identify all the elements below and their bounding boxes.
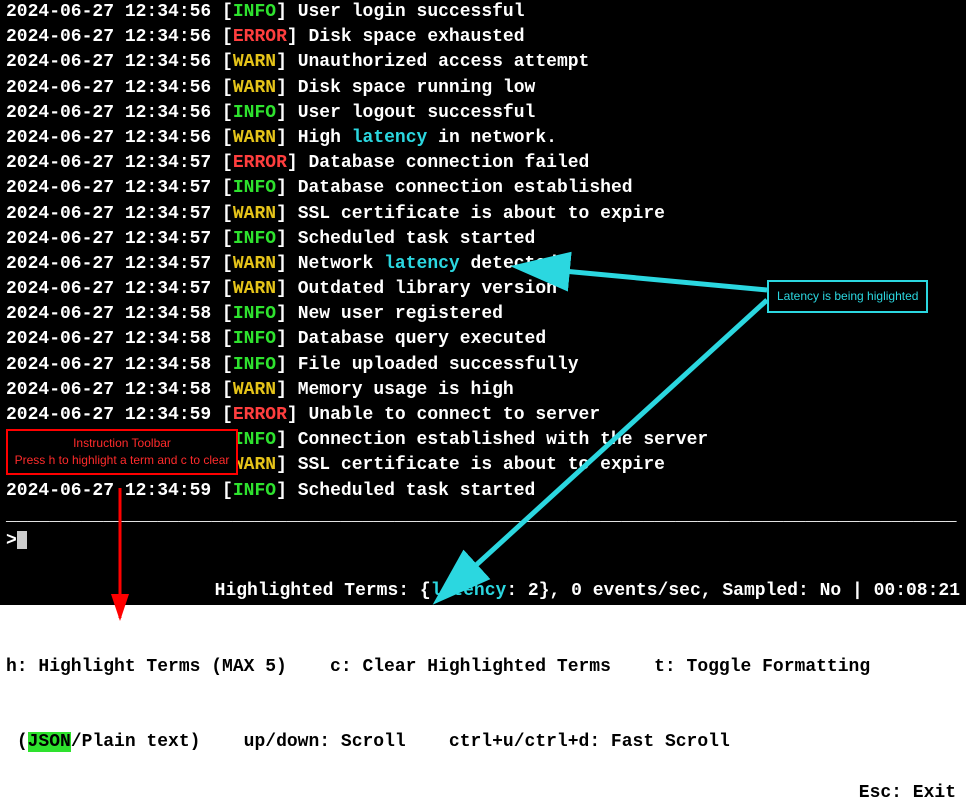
log-line: 2024-06-27 12:34:59 [ERROR] Unable to co… [6, 403, 960, 428]
callout-red-title: Instruction Toolbar [12, 435, 232, 452]
cursor-icon [17, 531, 27, 549]
log-line: 2024-06-27 12:34:56 [WARN] High latency … [6, 126, 960, 151]
log-line: 2024-06-27 12:34:58 [INFO] File uploaded… [6, 353, 960, 378]
log-line: 2024-06-27 12:34:57 [ERROR] Database con… [6, 151, 960, 176]
log-line: 2024-06-27 12:34:59 [INFO] Scheduled tas… [6, 479, 960, 504]
separator-line: ________________________________________… [0, 504, 966, 529]
callout-latency: Latency is being higlighted [767, 280, 928, 313]
command-prompt[interactable]: > [0, 529, 966, 554]
highlighted-term: latency [384, 254, 460, 274]
help-line-1: h: Highlight Terms (MAX 5) c: Clear High… [6, 655, 960, 680]
log-line: 2024-06-27 12:34:57 [INFO] Scheduled tas… [6, 227, 960, 252]
status-prefix: Highlighted Terms: { [215, 581, 431, 601]
callout-cyan-text: Latency is being higlighted [777, 289, 918, 303]
callout-instruction: Instruction Toolbar Press h to highlight… [6, 429, 238, 475]
log-line: 2024-06-27 12:34:57 [WARN] Network laten… [6, 252, 960, 277]
highlighted-term: latency [352, 128, 428, 148]
log-line: 2024-06-27 12:34:56 [WARN] Unauthorized … [6, 50, 960, 75]
log-line: 2024-06-27 12:34:56 [ERROR] Disk space e… [6, 25, 960, 50]
help-toolbar: h: Highlight Terms (MAX 5) c: Clear High… [0, 605, 966, 781]
callout-red-body: Press h to highlight a term and c to cle… [12, 452, 232, 469]
status-count: : 2} [506, 581, 549, 601]
log-line: 2024-06-27 12:34:56 [WARN] Disk space ru… [6, 76, 960, 101]
log-line: 2024-06-27 12:34:58 [INFO] Database quer… [6, 327, 960, 352]
status-bar: Highlighted Terms: {latency: 2}, 0 event… [0, 554, 966, 604]
json-highlight: JSON [28, 732, 71, 752]
exit-hint: Esc: Exit [0, 781, 966, 808]
log-line: 2024-06-27 12:34:58 [WARN] Memory usage … [6, 378, 960, 403]
log-line: 2024-06-27 12:34:56 [INFO] User login su… [6, 0, 960, 25]
status-term: latency [431, 581, 507, 601]
log-line: 2024-06-27 12:34:56 [INFO] User logout s… [6, 101, 960, 126]
help-line-2: (JSON/Plain text) up/down: Scroll ctrl+u… [6, 730, 960, 755]
prompt-symbol: > [6, 531, 17, 551]
status-rest: , 0 events/sec, Sampled: No | 00:08:21 [550, 581, 960, 601]
log-line: 2024-06-27 12:34:57 [INFO] Database conn… [6, 176, 960, 201]
log-line: 2024-06-27 12:34:57 [WARN] SSL certifica… [6, 202, 960, 227]
